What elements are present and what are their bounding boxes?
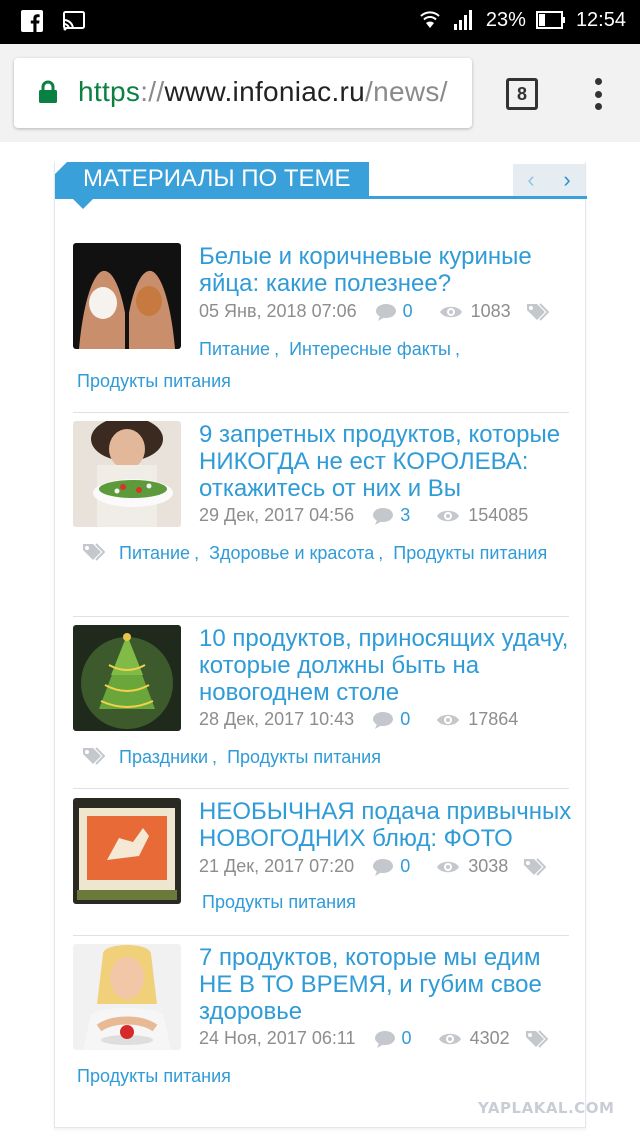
url-scheme: https	[78, 76, 141, 107]
status-bar: 23% 12:54	[0, 0, 640, 44]
tag-link[interactable]: Праздники	[119, 747, 208, 767]
title-arrow	[73, 199, 93, 209]
lock-icon	[39, 80, 57, 103]
view-count: 1083	[470, 301, 511, 321]
battery-icon	[535, 11, 565, 29]
article-tags: Питание, Интересные факты, Продукты питани…	[77, 339, 461, 391]
article-meta: 24 Ноя, 2017 06:11 0 4302	[199, 1028, 548, 1049]
url-path: /news/	[365, 76, 448, 107]
browser-toolbar: https://www.infoniac.ru/news/ 8	[0, 44, 640, 142]
tag-link[interactable]: Питание	[199, 339, 270, 359]
tag-icon	[526, 302, 549, 321]
article-title[interactable]: НЕОБЫЧНАЯ подача привычных НОВОГОДНИХ бл…	[199, 798, 573, 852]
tag-link[interactable]: Продукты питания	[202, 892, 356, 912]
comment-icon	[373, 858, 394, 876]
article-meta: 21 Дек, 2017 07:20 0 3038	[199, 856, 547, 877]
article-tags: Продукты питания	[73, 1060, 569, 1092]
article-item: Белые и коричневые куриные яйца: какие п…	[73, 243, 569, 413]
article-item: 9 запретных продуктов, которые НИКОГДА н…	[73, 421, 569, 617]
comment-icon	[373, 711, 394, 729]
carousel-next-button[interactable]: ›	[549, 164, 585, 196]
article-date: 05 Янв, 2018 07:06	[199, 301, 357, 321]
clock: 12:54	[575, 8, 626, 31]
watermark: YAPLAKAL.COM	[478, 1099, 615, 1117]
signal-icon	[453, 10, 472, 30]
eye-icon	[437, 714, 460, 725]
comment-count[interactable]: 3	[400, 505, 410, 526]
article-meta: 29 Дек, 2017 04:56 3 154085	[199, 505, 542, 526]
comment-icon	[375, 303, 396, 321]
article-title[interactable]: 9 запретных продуктов, которые НИКОГДА н…	[199, 421, 573, 502]
view-count: 3038	[468, 856, 509, 876]
article-title[interactable]: 7 продуктов, которые мы едим НЕ В ТО ВРЕ…	[199, 944, 573, 1025]
tag-icon	[83, 543, 106, 561]
comment-count[interactable]: 0	[400, 856, 410, 877]
url-host: www.infoniac.ru	[164, 76, 366, 107]
battery-percent: 23%	[485, 8, 526, 31]
article-thumbnail[interactable]	[73, 944, 181, 1050]
tag-link[interactable]: Продукты питания	[77, 1066, 231, 1086]
comment-count[interactable]: 0	[402, 1028, 412, 1049]
tag-link[interactable]: Продукты питания	[227, 747, 381, 767]
address-bar[interactable]: https://www.infoniac.ru/news/	[14, 58, 472, 128]
comment-icon	[373, 507, 394, 525]
article-date: 21 Дек, 2017 07:20	[199, 856, 355, 876]
carousel-prev-button[interactable]: ‹	[513, 164, 549, 196]
article-title[interactable]: 10 продуктов, приносящих удачу, которые …	[199, 625, 573, 706]
comment-icon	[374, 1030, 395, 1048]
url-text[interactable]: https://www.infoniac.ru/news/	[78, 76, 448, 108]
panel-header-line	[55, 196, 587, 199]
article-thumbnail[interactable]	[73, 421, 181, 527]
article-item: 7 продуктов, которые мы едим НЕ В ТО ВРЕ…	[73, 944, 569, 1094]
article-title[interactable]: Белые и коричневые куриные яйца: какие п…	[199, 243, 573, 297]
eye-icon	[437, 510, 460, 521]
title-notch	[55, 162, 67, 174]
article-item: НЕОБЫЧНАЯ подача привычных НОВОГОДНИХ бл…	[73, 798, 571, 936]
article-item: 10 продуктов, приносящих удачу, которые …	[73, 625, 569, 789]
eye-icon	[439, 306, 462, 317]
cast-icon	[63, 11, 85, 31]
tab-switcher-button[interactable]: 8	[506, 78, 538, 110]
tag-icon	[525, 1029, 548, 1048]
view-count: 154085	[468, 505, 529, 525]
tag-link[interactable]: Интересные факты	[289, 339, 451, 359]
article-tags: Праздники, Продукты питания	[73, 741, 569, 773]
article-tags: Питание, Здоровье и красота, Продукты пита…	[73, 537, 569, 569]
overflow-menu-icon[interactable]	[590, 74, 606, 114]
tag-link[interactable]: Здоровье и красота	[209, 543, 374, 563]
url-separator: ://	[140, 76, 165, 107]
wifi-icon	[420, 11, 440, 28]
article-thumbnail[interactable]	[73, 625, 181, 731]
article-meta: 28 Дек, 2017 10:43 0 17864	[199, 709, 532, 730]
comment-count[interactable]: 0	[403, 301, 413, 322]
article-meta: 05 Янв, 2018 07:06 0 1083	[199, 301, 549, 322]
eye-icon	[438, 1033, 461, 1044]
eye-icon	[437, 861, 460, 872]
tag-icon	[83, 747, 106, 765]
view-count: 4302	[469, 1028, 510, 1048]
tag-link[interactable]: Питание	[119, 543, 190, 563]
panel-title: МАТЕРИАЛЫ ПО ТЕМЕ	[55, 162, 369, 196]
related-materials-panel: МАТЕРИАЛЫ ПО ТЕМЕ ‹ › Белые и коричневые…	[54, 162, 587, 1128]
tag-icon	[524, 857, 547, 876]
comment-count[interactable]: 0	[400, 709, 410, 730]
article-date: 28 Дек, 2017 10:43	[199, 709, 355, 729]
article-date: 24 Ноя, 2017 06:11	[199, 1028, 356, 1048]
view-count: 17864	[468, 709, 519, 729]
facebook-icon	[21, 10, 43, 33]
tag-link[interactable]: Продукты питания	[393, 543, 547, 563]
article-tags: Продукты питания	[73, 886, 569, 918]
tag-link[interactable]: Продукты питания	[77, 371, 231, 391]
article-date: 29 Дек, 2017 04:56	[199, 505, 355, 525]
